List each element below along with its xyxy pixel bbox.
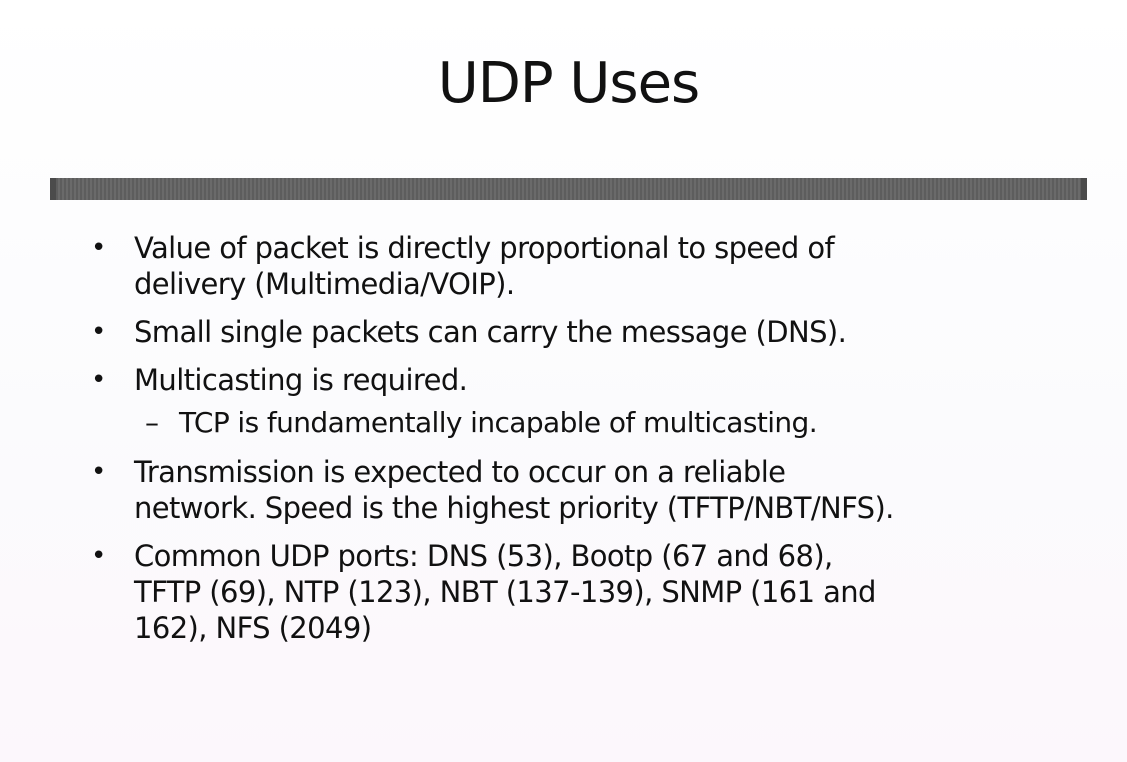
bullet-dot-icon: • <box>91 233 106 263</box>
divider-left-cap <box>50 178 56 200</box>
bullet-text: Common UDP ports: DNS (53), Bootp (67 an… <box>134 539 833 573</box>
bullet-text: Transmission is expected to occur on a r… <box>134 455 786 489</box>
bullet-text: delivery (Multimedia/VOIP). <box>134 267 515 301</box>
bullet-item: • Transmission is expected to occur on a… <box>80 454 1110 526</box>
bullet-dot-icon: • <box>91 365 106 395</box>
title-divider-bar <box>50 178 1087 200</box>
bullet-text: 162), NFS (2049) <box>134 611 372 645</box>
sub-bullet-item: – TCP is fundamentally incapable of mult… <box>80 404 1110 442</box>
bullet-text: network. Speed is the highest priority (… <box>134 491 894 525</box>
bullet-dot-icon: • <box>91 457 106 487</box>
bullet-item: • Common UDP ports: DNS (53), Bootp (67 … <box>80 538 1110 646</box>
bullet-item: • Small single packets can carry the mes… <box>80 314 1110 350</box>
sub-bullet-text: TCP is fundamentally incapable of multic… <box>179 406 818 439</box>
bullet-dot-icon: • <box>91 317 106 347</box>
bullet-text: TFTP (69), NTP (123), NBT (137-139), SNM… <box>134 575 876 609</box>
slide: UDP Uses • Value of packet is directly p… <box>0 0 1127 762</box>
divider-right-cap <box>1081 178 1087 200</box>
bullet-item: • Value of packet is directly proportion… <box>80 230 1110 302</box>
bullet-text: Value of packet is directly proportional… <box>134 231 835 265</box>
sub-bullet-dash-icon: – <box>145 406 159 439</box>
bullet-item: • Multicasting is required. <box>80 362 1110 398</box>
bullet-text: Small single packets can carry the messa… <box>134 315 847 349</box>
slide-title: UDP Uses <box>437 51 700 116</box>
bullet-list: • Value of packet is directly proportion… <box>80 230 1110 658</box>
bullet-dot-icon: • <box>91 541 106 571</box>
bullet-text: Multicasting is required. <box>134 363 468 397</box>
